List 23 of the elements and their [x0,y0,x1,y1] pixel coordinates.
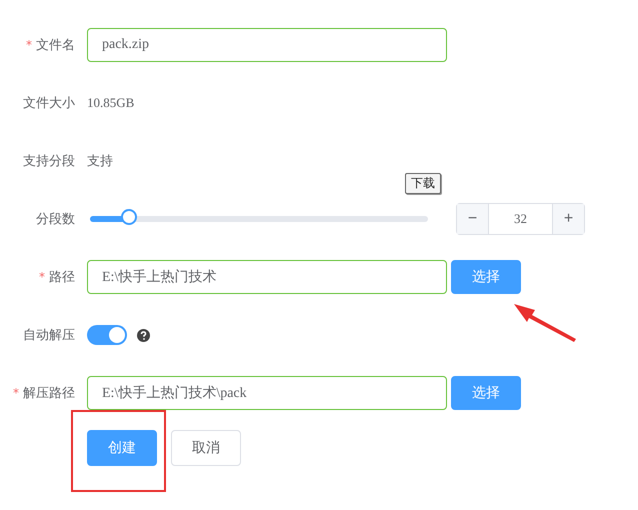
field-label: 路径 [49,269,75,286]
required-mark: * [26,38,32,52]
help-icon[interactable] [137,328,150,342]
field-label: 文件名 [36,37,75,54]
required-mark: * [39,270,45,284]
slider-thumb[interactable] [120,209,137,225]
cancel-button[interactable]: 取消 [171,430,241,466]
field-value: 10.85GB [87,95,134,111]
toggle-switch[interactable] [87,325,127,345]
path-field[interactable]: E:\快手上热门技术\pack [87,376,447,410]
path-field[interactable]: E:\快手上热门技术 [87,260,447,294]
field-label: 分段数 [36,211,75,228]
field-label: 解压路径 [23,385,75,402]
filename-field[interactable]: pack.zip [87,28,447,62]
number-value[interactable]: 32 [489,204,552,234]
field-value: 支持 [87,153,113,170]
field-label: 支持分段 [23,153,75,170]
increment-button[interactable]: + [552,204,584,234]
decrement-button[interactable]: − [457,204,489,234]
field-label: 文件大小 [23,95,75,112]
tooltip: 下载 [405,173,441,194]
required-mark: * [13,386,19,400]
field-label: 自动解压 [23,327,75,344]
